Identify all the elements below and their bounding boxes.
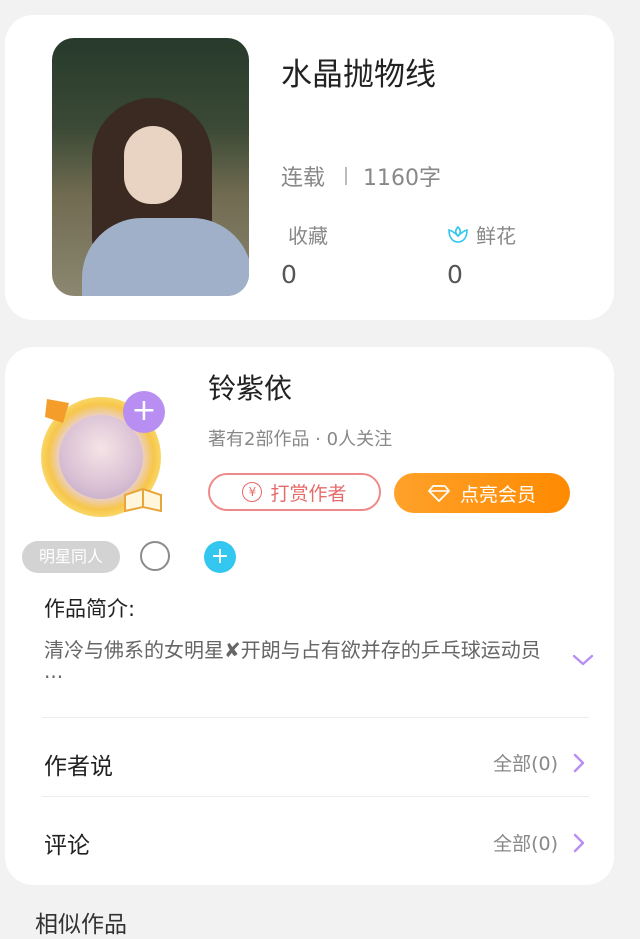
favorites-label: 收藏: [288, 224, 328, 248]
book-cover-image[interactable]: [52, 38, 249, 296]
flower-icon: [448, 225, 468, 243]
comments-label[interactable]: 评论: [44, 826, 90, 860]
divider: [42, 717, 589, 718]
author-says-all-link[interactable]: 全部(0): [493, 749, 586, 776]
add-tag-button[interactable]: +: [204, 541, 236, 573]
author-says-label[interactable]: 作者说: [44, 747, 113, 781]
book-status-row: 连载 1160字: [281, 160, 441, 192]
chevron-right-icon: [573, 833, 585, 852]
flowers-label[interactable]: 鲜花: [446, 220, 516, 249]
book-status: 连载: [281, 166, 326, 191]
intro-text: 清冷与佛系的女明星✘开朗与占有欲并存的乒乓球运动员···: [44, 638, 541, 689]
diamond-icon: [428, 485, 450, 502]
author-card: + 铃紫依 著有2部作品 · 0人关注 ¥ 打赏作者 点亮会员 明星同人 + 作…: [5, 347, 614, 885]
tip-author-button[interactable]: ¥ 打赏作者: [208, 473, 381, 511]
divider: [42, 796, 589, 797]
flag-decoration-icon: [45, 399, 69, 423]
status-separator: [345, 167, 348, 185]
chevron-down-icon[interactable]: [571, 652, 595, 668]
book-word-count: 1160字: [363, 166, 442, 191]
favorites-count: 0: [281, 260, 297, 289]
intro-title: 作品简介:: [44, 597, 136, 621]
follow-author-button[interactable]: +: [123, 391, 165, 433]
tag-placeholder-circle[interactable]: [140, 541, 170, 571]
yen-icon: ¥: [242, 482, 263, 502]
book-info-card: 水晶抛物线 连载 1160字 收藏 0 鲜花 0: [5, 15, 614, 320]
tag-chip[interactable]: 明星同人: [22, 541, 120, 573]
flowers-count: 0: [447, 260, 463, 289]
book-decoration-icon: [124, 487, 162, 513]
book-title: 水晶抛物线: [281, 57, 436, 93]
author-name[interactable]: 铃紫依: [208, 367, 292, 407]
similar-works-title: 相似作品: [35, 912, 127, 938]
activate-vip-button[interactable]: 点亮会员: [394, 473, 570, 513]
chevron-right-icon: [573, 753, 585, 772]
author-meta: 著有2部作品 · 0人关注: [208, 429, 393, 450]
comments-all-link[interactable]: 全部(0): [493, 829, 586, 856]
